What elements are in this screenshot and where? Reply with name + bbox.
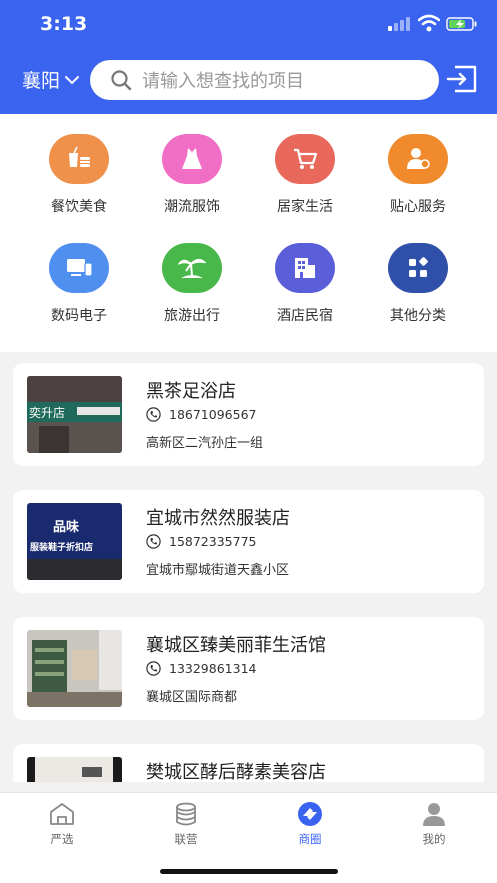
shop-card[interactable]: 襄城区臻美丽菲生活馆 13329861314 襄城区国际商都 xyxy=(13,617,484,720)
tab-lianying[interactable]: 联营 xyxy=(146,801,226,847)
shop-photo: 奕升店 xyxy=(27,376,122,453)
service-person-icon xyxy=(407,148,430,169)
category-travel[interactable]: 旅游出行 xyxy=(142,243,242,325)
category-travel-label: 旅游出行 xyxy=(164,308,220,324)
tab-label: 商圈 xyxy=(298,832,322,846)
category-other[interactable]: 其他分类 xyxy=(368,243,468,325)
tab-label: 我的 xyxy=(422,832,446,846)
category-travel-circle xyxy=(162,243,222,293)
shop-card[interactable]: 品味 服装鞋子折扣店 宜城市然然服装店 15872335775 宜城市鄢城街道天… xyxy=(13,490,484,593)
shop-thumbnail xyxy=(27,630,122,707)
exit-icon[interactable] xyxy=(445,64,479,94)
shop-sign-text: 奕升店 xyxy=(29,405,65,420)
category-service-circle xyxy=(388,134,448,184)
food-drink-icon xyxy=(69,146,90,167)
category-home-label: 居家生活 xyxy=(277,199,333,215)
search-input[interactable]: 请输入想查找的项目 xyxy=(90,60,439,100)
shop-address: 高新区二汽孙庄一组 xyxy=(146,436,264,451)
category-hotel-label: 酒店民宿 xyxy=(277,308,333,324)
coins-stack-icon xyxy=(176,802,196,826)
status-time: 3:13 xyxy=(40,13,88,35)
shop-card[interactable]: 樊城区酵后酵素美容店 xyxy=(13,744,484,782)
dress-icon xyxy=(182,148,202,169)
tab-yanxuan[interactable]: 严选 xyxy=(22,801,102,847)
shop-list: 奕升店 黑茶足浴店 18671096567 高新区二汽孙庄一组 品味 服装鞋子折… xyxy=(0,352,497,782)
home-indicator[interactable] xyxy=(160,869,338,874)
palm-island-icon xyxy=(178,258,206,278)
shop-card[interactable]: 奕升店 黑茶足浴店 18671096567 高新区二汽孙庄一组 xyxy=(13,363,484,466)
status-bar: 3:13 xyxy=(0,0,497,50)
shop-name: 宜城市然然服装店 xyxy=(146,508,290,529)
shop-thumbnail xyxy=(27,757,122,782)
category-service-label: 贴心服务 xyxy=(390,199,446,215)
shop-phone[interactable]: 13329861314 xyxy=(146,661,256,676)
category-other-label: 其他分类 xyxy=(390,308,446,324)
devices-icon xyxy=(67,259,93,277)
shop-name: 襄城区臻美丽菲生活馆 xyxy=(146,635,326,656)
chevron-down-icon xyxy=(65,75,80,84)
search-placeholder: 请输入想查找的项目 xyxy=(142,71,304,92)
shop-phone[interactable]: 15872335775 xyxy=(146,534,256,549)
category-digital[interactable]: 数码电子 xyxy=(29,243,129,325)
shop-phone-number: 13329861314 xyxy=(169,661,257,676)
shop-phone-number: 15872335775 xyxy=(169,534,257,549)
shop-sign-text: 品味 xyxy=(53,519,79,535)
shop-phone[interactable]: 18671096567 xyxy=(146,407,256,422)
shop-thumbnail: 品味 服装鞋子折扣店 xyxy=(27,503,122,580)
category-fashion[interactable]: 潮流服饰 xyxy=(142,134,242,216)
shop-photo xyxy=(27,757,122,782)
category-fashion-label: 潮流服饰 xyxy=(164,199,220,215)
phone-icon xyxy=(146,534,161,549)
tab-label: 严选 xyxy=(50,832,74,846)
city-selector[interactable]: 襄阳 xyxy=(22,66,80,93)
category-fashion-circle xyxy=(162,134,222,184)
category-service[interactable]: 贴心服务 xyxy=(368,134,468,216)
tab-mine[interactable]: 我的 xyxy=(394,801,474,847)
battery-charging-icon xyxy=(446,17,477,31)
shop-house-icon xyxy=(50,803,74,825)
phone-icon xyxy=(146,661,161,676)
user-icon xyxy=(423,803,445,826)
category-digital-label: 数码电子 xyxy=(51,308,107,324)
grid-icon xyxy=(409,257,428,277)
category-food-circle xyxy=(49,134,109,184)
category-home-circle xyxy=(275,134,335,184)
wifi-icon xyxy=(418,14,440,32)
shop-name: 樊城区酵后酵素美容店 xyxy=(146,762,326,782)
search-icon xyxy=(111,70,132,91)
tab-shangquan[interactable]: 商圈 xyxy=(270,801,350,847)
shop-address: 襄城区国际商都 xyxy=(146,690,238,705)
city-name: 襄阳 xyxy=(22,70,61,92)
tab-label: 联营 xyxy=(174,832,198,846)
category-other-circle xyxy=(388,243,448,293)
category-food[interactable]: 餐饮美食 xyxy=(29,134,129,216)
shop-phone-number: 18671096567 xyxy=(169,407,257,422)
category-food-label: 餐饮美食 xyxy=(51,199,107,215)
shop-name: 黑茶足浴店 xyxy=(146,381,236,402)
shop-thumbnail: 奕升店 xyxy=(27,376,122,453)
shop-photo xyxy=(27,630,122,707)
hotel-building-icon xyxy=(295,258,315,278)
cellular-signal-icon xyxy=(388,17,410,31)
phone-icon xyxy=(146,407,161,422)
category-panel: 餐饮美食 潮流服饰 居家生活 贴心服务 数码电子 旅游出行 酒店民宿 其他分类 xyxy=(0,114,497,352)
shopping-cart-icon xyxy=(294,148,318,169)
shop-photo: 品味 服装鞋子折扣店 xyxy=(27,503,122,580)
category-home[interactable]: 居家生活 xyxy=(255,134,355,216)
shop-sign-text: 服装鞋子折扣店 xyxy=(30,541,93,553)
category-hotel[interactable]: 酒店民宿 xyxy=(255,243,355,325)
category-digital-circle xyxy=(49,243,109,293)
category-hotel-circle xyxy=(275,243,335,293)
header: 3:13 襄阳 请输入想查找的项目 xyxy=(0,0,497,114)
business-circle-icon xyxy=(298,802,322,826)
shop-address: 宜城市鄢城街道天鑫小区 xyxy=(146,563,290,578)
